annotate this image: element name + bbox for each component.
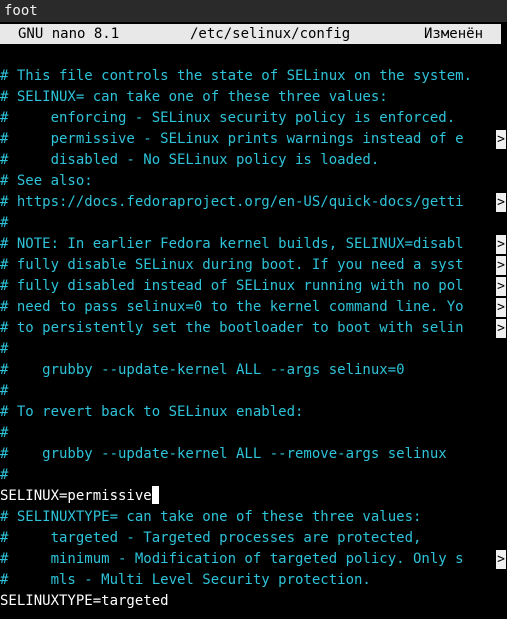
line-text: # [0, 425, 9, 441]
line-text: # mls - Multi Level Security protection. [0, 572, 371, 588]
line-overflow-marker: > [496, 130, 506, 149]
line-text: # [0, 341, 9, 357]
line-text: # [0, 467, 9, 483]
comment-line[interactable]: # See also: [0, 171, 496, 192]
terminal-area[interactable]: GNU nano 8.1 /etc/selinux/config Изменён… [0, 22, 507, 619]
comment-line[interactable]: # SELINUX= can take one of these three v… [0, 87, 496, 108]
line-text: # need to pass selinux=0 to the kernel c… [0, 299, 464, 315]
line-text: # fully disable SELinux during boot. If … [0, 257, 464, 273]
line-text: # grubby --update-kernel ALL --args seli… [0, 362, 405, 378]
line-text: SELINUX=permissive [0, 488, 152, 504]
line-overflow-marker: > [496, 319, 506, 338]
nano-version: GNU nano 8.1 [18, 26, 120, 42]
line-text: # minimum - Modification of targeted pol… [0, 551, 464, 567]
line-overflow-marker: > [496, 277, 506, 296]
comment-line[interactable]: # minimum - Modification of targeted pol… [0, 549, 496, 570]
comment-line[interactable]: # [0, 339, 496, 360]
comment-line[interactable]: # mls - Multi Level Security protection. [0, 570, 496, 591]
comment-line[interactable]: # to persistently set the bootloader to … [0, 318, 496, 339]
comment-line[interactable]: # fully disabled instead of SELinux runn… [0, 276, 496, 297]
line-overflow-marker: > [496, 298, 506, 317]
nano-header-bar: GNU nano 8.1 /etc/selinux/config Изменён [0, 24, 501, 44]
comment-line[interactable]: # This file controls the state of SELinu… [0, 66, 496, 87]
text-cursor [151, 486, 159, 504]
comment-line[interactable]: # grubby --update-kernel ALL --args seli… [0, 360, 496, 381]
comment-line[interactable]: # enforcing - SELinux security policy is… [0, 108, 496, 129]
file-path: /etc/selinux/config [190, 26, 351, 42]
line-text: # To revert back to SELinux enabled: [0, 404, 304, 420]
comment-line[interactable]: # SELINUXTYPE= can take one of these thr… [0, 507, 496, 528]
config-line[interactable]: SELINUXTYPE=targeted [0, 591, 496, 612]
editor-buffer[interactable]: # This file controls the state of SELinu… [0, 66, 507, 612]
line-text: # [0, 383, 9, 399]
line-text: # permissive - SELinux prints warnings i… [0, 131, 464, 147]
comment-line[interactable]: # disabled - No SELinux policy is loaded… [0, 150, 496, 171]
comment-line[interactable]: # fully disable SELinux during boot. If … [0, 255, 496, 276]
line-overflow-marker: > [496, 193, 506, 212]
comment-line[interactable]: # need to pass selinux=0 to the kernel c… [0, 297, 496, 318]
line-overflow-marker: > [496, 256, 506, 275]
line-text: # SELINUX= can take one of these three v… [0, 89, 388, 105]
comment-line[interactable]: # To revert back to SELinux enabled: [0, 402, 496, 423]
line-text: # grubby --update-kernel ALL --remove-ar… [0, 446, 447, 462]
modified-status: Изменён [424, 26, 484, 42]
comment-line[interactable]: # https://docs.fedoraproject.org/en-US/q… [0, 192, 496, 213]
line-text: # fully disabled instead of SELinux runn… [0, 278, 464, 294]
comment-line[interactable]: # [0, 423, 496, 444]
line-text: # disabled - No SELinux policy is loaded… [0, 152, 380, 168]
comment-line[interactable]: # permissive - SELinux prints warnings i… [0, 129, 496, 150]
comment-line[interactable]: # targeted - Targeted processes are prot… [0, 528, 496, 549]
line-text: # See also: [0, 173, 93, 189]
window-title: foot [0, 0, 507, 22]
line-text: # NOTE: In earlier Fedora kernel builds,… [0, 236, 464, 252]
config-line[interactable]: SELINUX=permissive [0, 486, 496, 507]
line-text: SELINUXTYPE=targeted [0, 593, 169, 609]
line-overflow-marker: > [496, 550, 506, 569]
line-text: # SELINUXTYPE= can take one of these thr… [0, 509, 422, 525]
comment-line[interactable]: # NOTE: In earlier Fedora kernel builds,… [0, 234, 496, 255]
line-overflow-marker: > [496, 235, 506, 254]
comment-line[interactable]: # [0, 465, 496, 486]
comment-line[interactable]: # [0, 213, 496, 234]
line-text: # enforcing - SELinux security policy is… [0, 110, 456, 126]
line-text: # targeted - Targeted processes are prot… [0, 530, 422, 546]
comment-line[interactable]: # grubby --update-kernel ALL --remove-ar… [0, 444, 496, 465]
line-text: # to persistently set the bootloader to … [0, 320, 464, 336]
line-text: # [0, 215, 9, 231]
line-text: # This file controls the state of SELinu… [0, 68, 473, 84]
comment-line[interactable]: # [0, 381, 496, 402]
line-text: # https://docs.fedoraproject.org/en-US/q… [0, 194, 464, 210]
